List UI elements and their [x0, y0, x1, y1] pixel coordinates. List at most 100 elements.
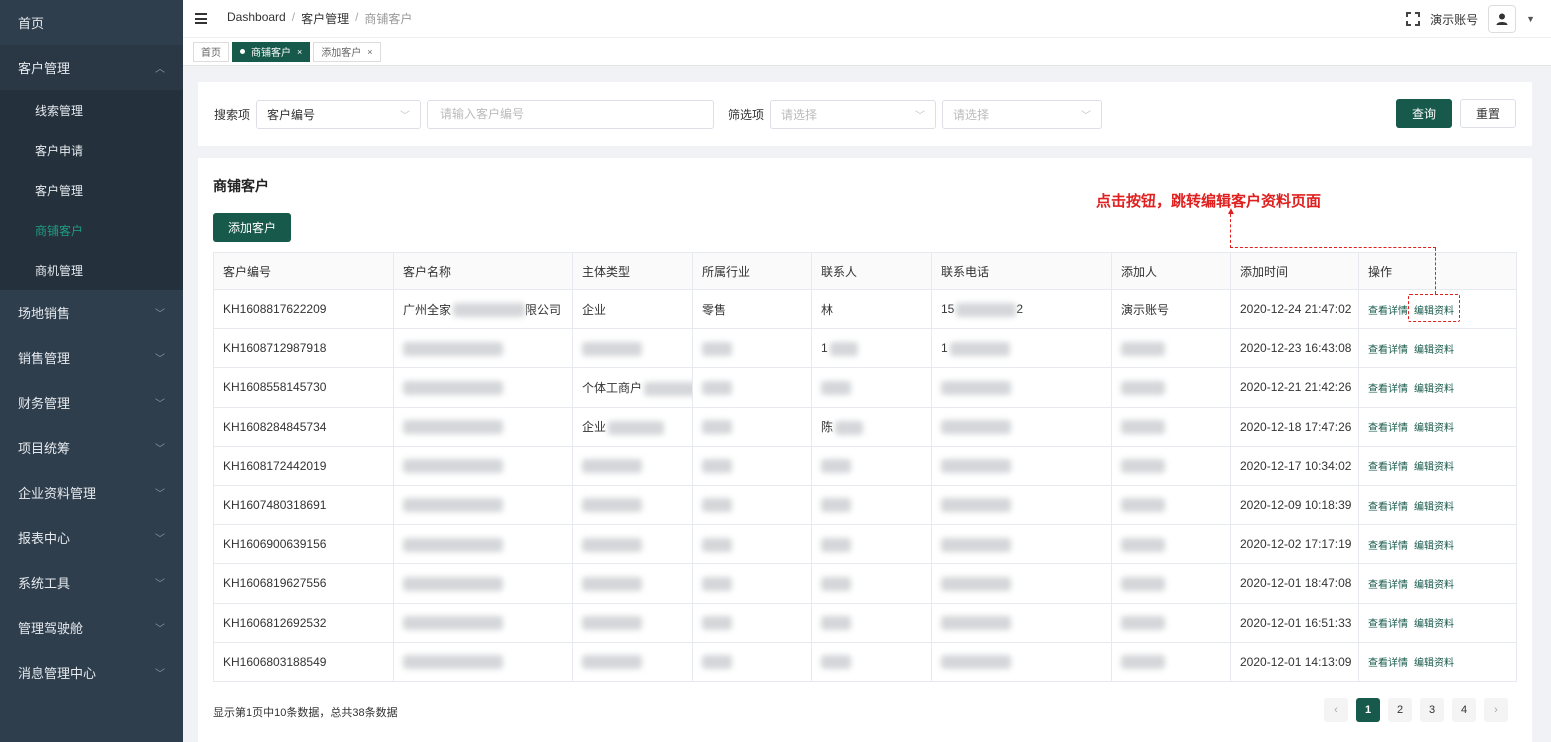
redacted-block	[644, 381, 692, 396]
table-cell	[1111, 445, 1231, 486]
filter-select-2[interactable]: 请选择 ﹀	[942, 99, 1103, 129]
close-icon[interactable]: ×	[297, 47, 302, 57]
table-cell: KH1608817622209	[213, 288, 394, 330]
breadcrumb-item[interactable]: 客户管理	[301, 10, 349, 27]
table-cell	[393, 563, 573, 604]
table-cell: KH1606812692532	[213, 602, 394, 643]
edit-profile-link[interactable]: 编辑资料	[1414, 384, 1454, 395]
sidebar-item-leads[interactable]: 线索管理	[0, 90, 183, 130]
edit-profile-link[interactable]: 编辑资料	[1414, 462, 1454, 473]
sidebar-group[interactable]: 场地销售 ﹀	[0, 290, 183, 335]
tab-home[interactable]: 首页	[193, 41, 229, 62]
view-details-link[interactable]: 查看详情	[1368, 423, 1408, 434]
sidebar-item-label: 客户管理	[18, 61, 71, 76]
table-row: KH1606819627556 2020-12-01 18:47:08 查看详情 编辑…	[213, 563, 1517, 604]
edit-profile-link[interactable]: 编辑资料	[1414, 541, 1454, 552]
sidebar-item-label: 财务管理	[18, 396, 71, 411]
caret-down-icon[interactable]: ▼	[1526, 14, 1535, 24]
sidebar-submenu: 线索管理 客户申请 客户管理 商铺客户 商机管理	[0, 90, 183, 290]
cell-value: 陈	[821, 420, 834, 435]
cell-value: 零售	[702, 302, 727, 317]
sidebar-item-opportunity[interactable]: 商机管理	[0, 250, 183, 290]
column-header: 添加时间	[1230, 252, 1359, 290]
filter-select-1[interactable]: 请选择 ﹀	[770, 99, 937, 129]
menu-toggle-icon[interactable]	[195, 13, 207, 24]
sidebar-group[interactable]: 系统工具 ﹀	[0, 560, 183, 605]
table-cell: KH1608172442019	[213, 445, 394, 486]
column-header: 所属行业	[692, 252, 812, 290]
edit-profile-link[interactable]: 编辑资料	[1414, 423, 1454, 434]
sidebar-item-label: 消息管理中心	[18, 666, 97, 681]
table-row: KH1608172442019 2020-12-17 10:34:02 查看详情 编辑…	[213, 445, 1517, 486]
sidebar-group[interactable]: 财务管理 ﹀	[0, 380, 183, 425]
view-details-link[interactable]: 查看详情	[1368, 580, 1408, 591]
fullscreen-icon[interactable]	[1406, 12, 1421, 26]
sidebar-item-shop-customer[interactable]: 商铺客户	[0, 210, 183, 250]
sidebar-item-home[interactable]: 首页	[0, 0, 183, 45]
sidebar-group[interactable]: 企业资料管理 ﹀	[0, 470, 183, 515]
page-button[interactable]: 2	[1388, 698, 1412, 722]
add-customer-button[interactable]: 添加客户	[213, 213, 291, 242]
view-details-link[interactable]: 查看详情	[1368, 658, 1408, 669]
sidebar-group[interactable]: 消息管理中心 ﹀	[0, 650, 183, 695]
query-button[interactable]: 查询	[1396, 99, 1452, 128]
view-details-link[interactable]: 查看详情	[1368, 462, 1408, 473]
table-cell: 林	[811, 288, 932, 330]
table-row: KH1608817622209 广州全家 限公司 企业 零售 林 15 2 演示账号 2020-1…	[213, 288, 1517, 330]
page-button[interactable]: 4	[1452, 698, 1476, 722]
breadcrumb-item[interactable]: Dashboard	[227, 10, 286, 27]
sidebar-group[interactable]: 管理驾驶舱 ﹀	[0, 605, 183, 650]
view-details-link[interactable]: 查看详情	[1368, 502, 1408, 513]
redacted-block	[1121, 655, 1165, 670]
page-button[interactable]: 3	[1420, 698, 1444, 722]
edit-profile-link[interactable]: 编辑资料	[1414, 619, 1454, 630]
account-name[interactable]: 演示账号	[1430, 11, 1478, 28]
redacted-block	[582, 498, 642, 513]
tab-shop-customer[interactable]: 商铺客户 ×	[232, 41, 311, 62]
sidebar-group[interactable]: 报表中心 ﹀	[0, 515, 183, 560]
redacted-block	[821, 576, 851, 591]
tab-add-customer[interactable]: 添加客户 ×	[313, 41, 381, 62]
edit-profile-link[interactable]: 编辑资料	[1414, 345, 1454, 356]
view-details-link[interactable]: 查看详情	[1368, 619, 1408, 630]
edit-profile-link[interactable]: 编辑资料	[1414, 658, 1454, 669]
sidebar-item-label: 场地销售	[18, 306, 71, 321]
next-page-button[interactable]: ›	[1484, 698, 1508, 722]
sidebar-item-customer-apply[interactable]: 客户申请	[0, 130, 183, 170]
search-field-select[interactable]: 客户编号 ﹀	[256, 99, 422, 129]
sidebar-item-label: 企业资料管理	[18, 486, 97, 501]
table-cell-actions: 查看详情 编辑资料	[1358, 328, 1517, 369]
column-header: 添加人	[1111, 252, 1231, 290]
page-title: 商铺客户	[213, 178, 269, 194]
reset-button[interactable]: 重置	[1460, 99, 1516, 128]
view-details-link[interactable]: 查看详情	[1368, 384, 1408, 395]
sidebar-group[interactable]: 项目统筹 ﹀	[0, 425, 183, 470]
close-icon[interactable]: ×	[367, 47, 372, 57]
cell-value: 2020-12-01 14:13:09	[1240, 654, 1352, 669]
cell-value: KH1606812692532	[223, 615, 327, 630]
table-cell	[692, 367, 812, 408]
view-details-link[interactable]: 查看详情	[1368, 345, 1408, 356]
sidebar-group[interactable]: 销售管理 ﹀	[0, 335, 183, 380]
redacted-block	[821, 655, 851, 670]
page-button[interactable]: 1	[1356, 698, 1380, 722]
breadcrumb-separator: /	[291, 10, 296, 24]
sidebar-item-customer-manage[interactable]: 客户管理	[0, 170, 183, 210]
cell-value: 2020-12-21 21:42:26	[1240, 380, 1352, 395]
table-cell-actions: 查看详情 编辑资料	[1358, 563, 1517, 604]
annotation-text: 点击按钮，跳转编辑客户资料页面	[1096, 192, 1322, 210]
edit-profile-link[interactable]: 编辑资料	[1414, 502, 1454, 513]
prev-page-button[interactable]: ‹	[1324, 698, 1348, 722]
sidebar-group-customer[interactable]: 客户管理 ︿	[0, 45, 183, 90]
redacted-block	[1121, 616, 1165, 630]
edit-profile-link[interactable]: 编辑资料	[1414, 580, 1454, 591]
table-cell-actions: 查看详情 编辑资料	[1358, 484, 1517, 526]
avatar[interactable]	[1488, 5, 1517, 33]
redacted-block	[702, 655, 732, 670]
cell-value: 2020-12-17 10:34:02	[1240, 458, 1352, 473]
search-label: 搜索项	[214, 107, 251, 122]
table-cell: 15 2	[931, 288, 1112, 330]
view-details-link[interactable]: 查看详情	[1368, 541, 1408, 552]
search-input[interactable]	[427, 99, 715, 129]
view-details-link[interactable]: 查看详情	[1368, 306, 1408, 317]
